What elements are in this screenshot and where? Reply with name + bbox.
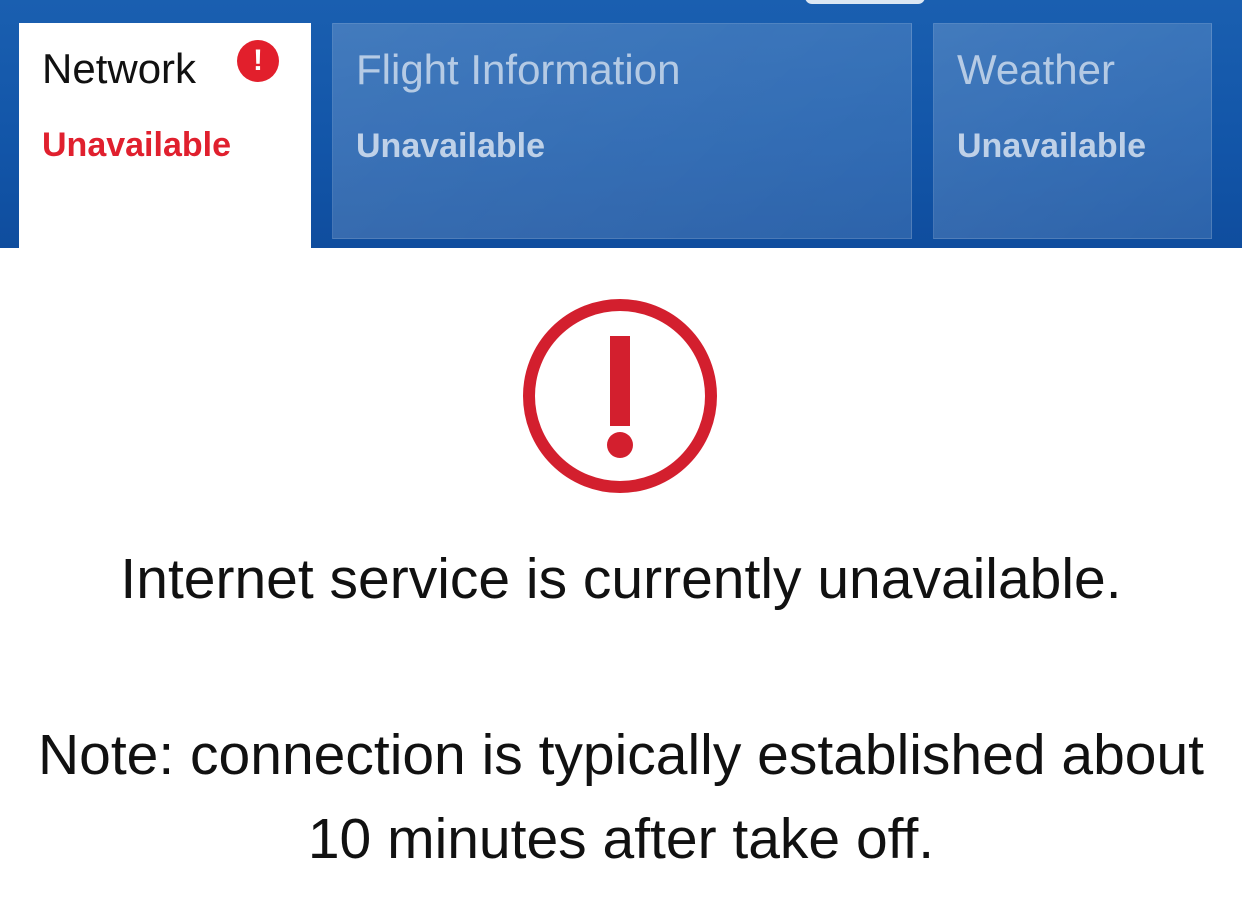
tab-flight-information-title: Flight Information [356, 46, 681, 93]
connection-note-line-1: Note: connection is typically establishe… [37, 723, 1205, 787]
tab-weather-status: Unavailable [957, 127, 1146, 165]
tab-weather[interactable]: Weather Unavailable [933, 23, 1212, 239]
tab-flight-information-status: Unavailable [356, 127, 545, 165]
unavailable-message: Internet service is currently unavailabl… [120, 547, 1122, 611]
tab-header: Network ! Unavailable Flight Information… [0, 0, 1242, 248]
connection-note: Note: connection is typically establishe… [0, 713, 1242, 881]
exclamation-circle-icon [523, 299, 717, 493]
tab-network-status: Unavailable [42, 126, 231, 164]
tab-flight-information[interactable]: Flight Information Unavailable [332, 23, 912, 239]
tab-network-title: Network [42, 45, 197, 92]
connection-note-line-2: 10 minutes after take off. [307, 807, 935, 871]
tab-network[interactable]: Network ! Unavailable [19, 23, 311, 248]
exclamation-badge-icon: ! [237, 40, 279, 82]
tab-weather-title: Weather [957, 46, 1115, 93]
header-partial-element [805, 0, 925, 4]
